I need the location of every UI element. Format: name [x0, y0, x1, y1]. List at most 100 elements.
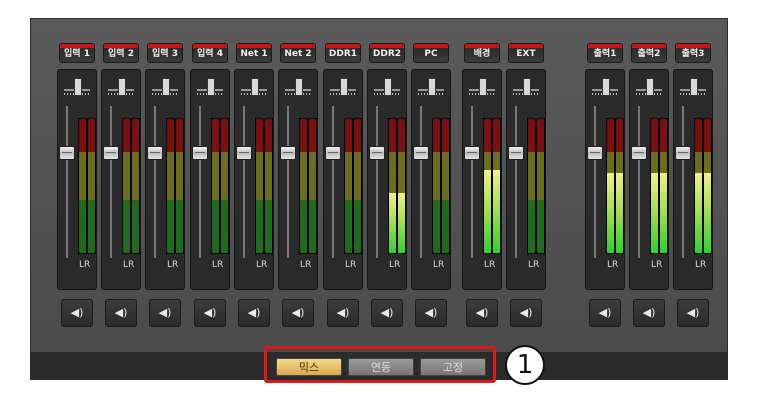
fader-track: [471, 106, 473, 258]
output-label[interactable]: 출력2: [631, 43, 667, 63]
volume-fader[interactable]: [369, 146, 385, 160]
channel-label[interactable]: EXT: [508, 43, 544, 63]
level-meter-left: [432, 118, 441, 254]
level-meter-left: [255, 118, 264, 254]
volume-fader[interactable]: [59, 146, 75, 160]
level-meter-right: [87, 118, 96, 254]
pan-knob[interactable]: [590, 76, 620, 98]
mute-button[interactable]: ◀): [510, 299, 542, 327]
level-meter-right: [131, 118, 140, 254]
mute-button[interactable]: ◀): [677, 299, 709, 327]
volume-fader[interactable]: [413, 146, 429, 160]
pan-knob[interactable]: [195, 76, 225, 98]
volume-fader[interactable]: [587, 146, 603, 160]
pan-handle[interactable]: [602, 78, 610, 96]
level-meter-right: [308, 118, 317, 254]
channel-label[interactable]: DDR1: [325, 43, 361, 63]
fader-track: [66, 106, 68, 258]
pan-handle[interactable]: [479, 78, 487, 96]
volume-fader[interactable]: [280, 146, 296, 160]
pan-handle[interactable]: [162, 78, 170, 96]
volume-fader[interactable]: [464, 146, 480, 160]
channel-body: LR: [323, 69, 363, 290]
pan-handle[interactable]: [523, 78, 531, 96]
volume-fader[interactable]: [103, 146, 119, 160]
mute-button[interactable]: ◀): [415, 299, 447, 327]
pan-handle[interactable]: [251, 78, 259, 96]
channel-label[interactable]: PC: [413, 43, 449, 63]
pan-knob[interactable]: [150, 76, 180, 98]
level-meter-left: [344, 118, 353, 254]
level-meter-left: [122, 118, 131, 254]
pan-handle[interactable]: [74, 78, 82, 96]
channel-label[interactable]: Net 1: [236, 43, 272, 63]
mute-button[interactable]: ◀): [194, 299, 226, 327]
volume-fader[interactable]: [147, 146, 163, 160]
channel-label[interactable]: 입력 1: [59, 43, 95, 63]
channel-label[interactable]: 입력 4: [192, 43, 228, 63]
mute-button[interactable]: ◀): [371, 299, 403, 327]
pan-handle[interactable]: [118, 78, 126, 96]
channel-body: LR: [234, 69, 274, 290]
channel-label[interactable]: DDR2: [369, 43, 405, 63]
pan-handle[interactable]: [295, 78, 303, 96]
fader-track: [154, 106, 156, 258]
channel-body: LR: [411, 69, 451, 290]
mute-button[interactable]: ◀): [238, 299, 270, 327]
pan-knob[interactable]: [328, 76, 358, 98]
pan-knob[interactable]: [634, 76, 664, 98]
mute-button[interactable]: ◀): [589, 299, 621, 327]
level-meter-left: [483, 118, 492, 254]
mute-button[interactable]: ◀): [466, 299, 498, 327]
pan-handle[interactable]: [340, 78, 348, 96]
level-meter-left: [166, 118, 175, 254]
fader-track: [638, 106, 640, 258]
pan-handle[interactable]: [690, 78, 698, 96]
level-meter-right: [441, 118, 450, 254]
pan-knob[interactable]: [106, 76, 136, 98]
lr-label: LR: [256, 260, 268, 270]
pan-handle[interactable]: [428, 78, 436, 96]
volume-fader[interactable]: [631, 146, 647, 160]
volume-fader[interactable]: [508, 146, 524, 160]
pan-knob[interactable]: [416, 76, 446, 98]
pan-knob[interactable]: [467, 76, 497, 98]
mute-button[interactable]: ◀): [149, 299, 181, 327]
callout-marker: 1: [505, 345, 545, 385]
output-body: LR: [585, 69, 625, 290]
output-label[interactable]: 출력1: [587, 43, 623, 63]
channel-label[interactable]: 입력 2: [103, 43, 139, 63]
lr-label: LR: [79, 260, 91, 270]
channel-body: LR: [57, 69, 97, 290]
pan-knob[interactable]: [511, 76, 541, 98]
level-meter-right: [703, 118, 712, 254]
volume-fader[interactable]: [236, 146, 252, 160]
lr-label: LR: [528, 260, 540, 270]
mute-button[interactable]: ◀): [61, 299, 93, 327]
mute-button[interactable]: ◀): [105, 299, 137, 327]
channel-label[interactable]: 입력 3: [147, 43, 183, 63]
pan-handle[interactable]: [646, 78, 654, 96]
channel-label[interactable]: 배경: [464, 43, 500, 63]
lr-label: LR: [300, 260, 312, 270]
mute-button[interactable]: ◀): [282, 299, 314, 327]
volume-fader[interactable]: [675, 146, 691, 160]
pan-knob[interactable]: [239, 76, 269, 98]
channel-body: LR: [145, 69, 185, 290]
volume-fader[interactable]: [325, 146, 341, 160]
level-meter-left: [606, 118, 615, 254]
pan-knob[interactable]: [62, 76, 92, 98]
pan-knob[interactable]: [678, 76, 708, 98]
level-meter-right: [615, 118, 624, 254]
output-body: LR: [673, 69, 713, 290]
output-label[interactable]: 출력3: [675, 43, 711, 63]
mute-button[interactable]: ◀): [633, 299, 665, 327]
channel-label[interactable]: Net 2: [280, 43, 316, 63]
pan-knob[interactable]: [372, 76, 402, 98]
pan-handle[interactable]: [384, 78, 392, 96]
channel-body: LR: [101, 69, 141, 290]
pan-handle[interactable]: [207, 78, 215, 96]
mute-button[interactable]: ◀): [327, 299, 359, 327]
volume-fader[interactable]: [192, 146, 208, 160]
pan-knob[interactable]: [283, 76, 313, 98]
